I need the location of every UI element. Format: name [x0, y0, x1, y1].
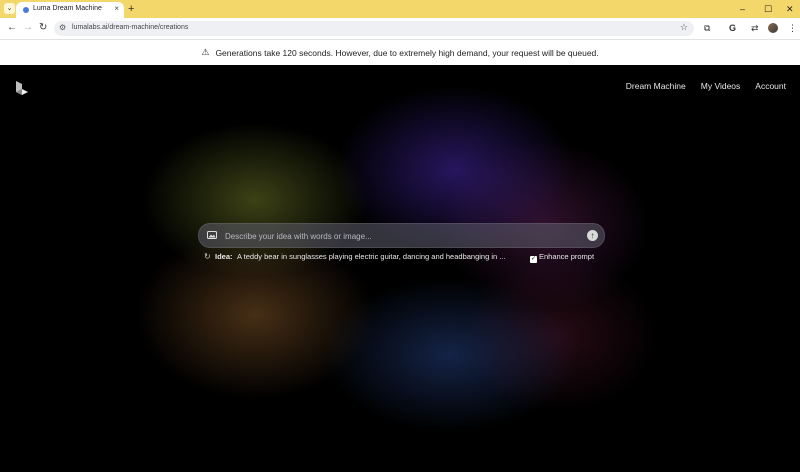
nav-my-videos[interactable]: My Videos: [701, 81, 741, 91]
address-bar[interactable]: ⚙ lumalabs.ai/dream-machine/creations ☆: [54, 21, 694, 36]
bookmark-star-icon[interactable]: ☆: [680, 22, 688, 33]
new-tab-button[interactable]: +: [128, 2, 134, 16]
browser-tab-strip: ⌄ Luma Dream Machine × + – ☐ ✕: [0, 0, 800, 18]
minimize-button[interactable]: –: [740, 2, 745, 16]
luma-favicon-icon: [23, 7, 29, 13]
idea-label: Idea:: [215, 252, 233, 261]
prompt-bar: ↑: [198, 223, 605, 248]
reload-icon[interactable]: ↻: [39, 22, 47, 34]
maximize-button[interactable]: ☐: [764, 2, 772, 16]
enhance-label: Enhance prompt: [539, 252, 595, 261]
nav-account[interactable]: Account: [755, 81, 786, 91]
idea-suggestion-row: ↻ Idea: A teddy bear in sunglasses playi…: [204, 252, 604, 264]
profile-avatar[interactable]: [768, 23, 778, 33]
notice-text: Generations take 120 seconds. However, d…: [215, 47, 599, 58]
top-navigation: Dream Machine My Videos Account: [626, 81, 786, 91]
google-icon[interactable]: G: [729, 22, 736, 34]
tab-search-button[interactable]: ⌄: [4, 3, 15, 14]
browser-menu-icon[interactable]: ⋮: [788, 22, 797, 34]
address-url[interactable]: lumalabs.ai/dream-machine/creations: [72, 24, 188, 31]
prompt-input[interactable]: [223, 227, 577, 246]
close-window-button[interactable]: ✕: [786, 2, 794, 16]
site-info-icon[interactable]: ⚙: [59, 23, 66, 32]
luma-logo-icon[interactable]: [15, 80, 29, 96]
forward-icon[interactable]: →: [23, 22, 33, 34]
browser-toolbar: ← → ↻ ⚙ lumalabs.ai/dream-machine/creati…: [0, 18, 800, 40]
tab-close-icon[interactable]: ×: [114, 4, 119, 13]
browser-tab[interactable]: Luma Dream Machine ×: [16, 2, 124, 18]
refresh-idea-icon[interactable]: ↻: [204, 252, 211, 261]
back-icon[interactable]: ←: [7, 22, 17, 34]
warning-icon: ⚠: [201, 47, 210, 57]
extensions-icon[interactable]: ⧉: [704, 22, 710, 34]
submit-arrow-icon[interactable]: ↑: [587, 230, 598, 241]
tab-title: Luma Dream Machine: [33, 5, 102, 12]
queue-notice-banner: ⚠ Generations take 120 seconds. However,…: [0, 40, 800, 65]
nav-dream-machine[interactable]: Dream Machine: [626, 81, 686, 91]
translate-icon[interactable]: ⇄: [751, 22, 759, 34]
enhance-prompt-toggle[interactable]: ✓ Enhance prompt: [530, 252, 594, 263]
image-upload-icon[interactable]: [207, 231, 217, 239]
dream-machine-page: Dream Machine My Videos Account ↑ ↻ Idea…: [0, 65, 800, 472]
enhance-checkbox[interactable]: ✓: [530, 256, 537, 263]
idea-text[interactable]: A teddy bear in sunglasses playing elect…: [237, 252, 506, 261]
